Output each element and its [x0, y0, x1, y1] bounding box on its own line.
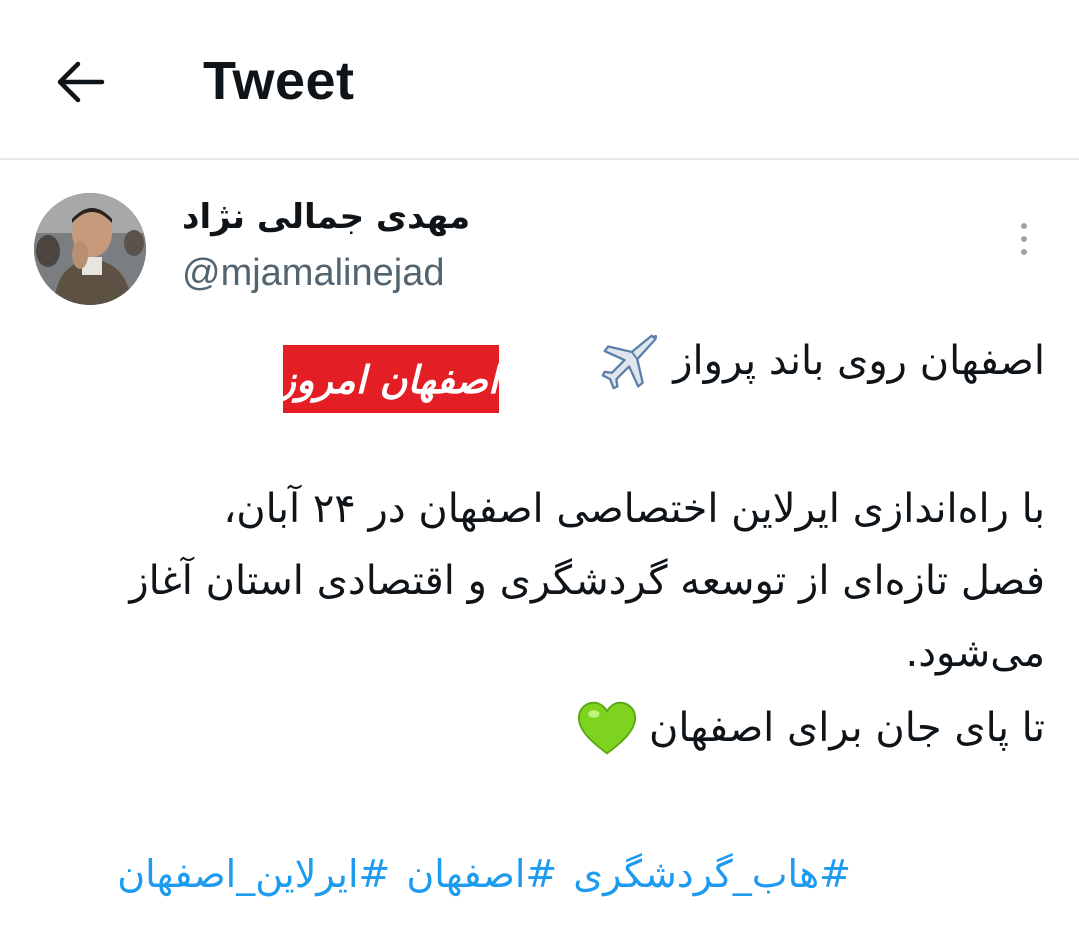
- more-options-button[interactable]: [1006, 214, 1042, 264]
- author-display-name[interactable]: مهدی جمالی نژاد: [182, 197, 470, 237]
- brand-logo: اصفهان امروز: [283, 345, 499, 413]
- hashtag-link[interactable]: #هاب_گردشگری: [573, 852, 851, 896]
- brand-logo-text: اصفهان امروز: [283, 356, 499, 402]
- headline-text: اصفهان روی باند پرواز: [673, 338, 1045, 384]
- hashtag-link[interactable]: #ایرلاین_اصفهان: [117, 852, 390, 896]
- tweet-page: Tweet مهدی جمالی نژاد @mjamalinejad اصفه…: [0, 0, 1079, 942]
- airplane-icon: [601, 334, 658, 390]
- avatar[interactable]: [34, 193, 146, 305]
- tweet-text-line: فصل تازه‌ای از توسعه گردشگری و اقتصادی ا…: [129, 558, 1045, 604]
- more-vertical-icon-dot: [1021, 249, 1027, 255]
- tweet-text-line: با راه‌اندازی ایرلاین اختصاصی اصفهان در …: [223, 486, 1045, 532]
- hashtag-list: #هاب_گردشگری #اصفهان #ایرلاین_اصفهان: [117, 852, 851, 896]
- more-vertical-icon: [1021, 223, 1027, 229]
- tweet-closing: تا پای جان برای اصفهان: [577, 700, 1045, 756]
- author-handle[interactable]: @mjamalinejad: [182, 252, 444, 295]
- top-bar: Tweet: [0, 0, 1079, 160]
- back-button[interactable]: [50, 52, 110, 112]
- more-vertical-icon-dot: [1021, 236, 1027, 242]
- green-heart-icon: [577, 701, 637, 755]
- hashtag-link[interactable]: #اصفهان: [406, 852, 557, 896]
- arrow-left-icon: [57, 61, 105, 103]
- tweet-headline: اصفهان روی باند پرواز: [601, 332, 1045, 390]
- closing-text: تا پای جان برای اصفهان: [648, 705, 1045, 751]
- avatar-photo: [34, 193, 146, 305]
- page-title: Tweet: [203, 51, 355, 111]
- tweet-text-line: می‌شود.: [905, 630, 1045, 676]
